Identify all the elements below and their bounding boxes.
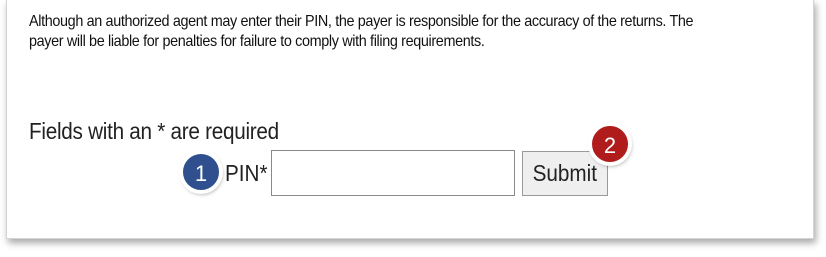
pin-input[interactable] bbox=[271, 150, 515, 196]
notice-line-2: payer will be liable for penalties for f… bbox=[29, 33, 485, 50]
callout-badge-1: 1 bbox=[181, 152, 221, 192]
submit-button-label: Submit bbox=[532, 160, 598, 186]
notice-line-1: Although an authorized agent may enter t… bbox=[29, 13, 694, 30]
page-frame: Although an authorized agent may enter t… bbox=[6, 0, 814, 239]
liability-notice: Although an authorized agent may enter t… bbox=[29, 12, 785, 52]
pin-label: PIN* bbox=[225, 160, 268, 186]
required-fields-note: Fields with an * are required bbox=[29, 118, 279, 144]
callout-badge-2: 2 bbox=[590, 124, 630, 164]
